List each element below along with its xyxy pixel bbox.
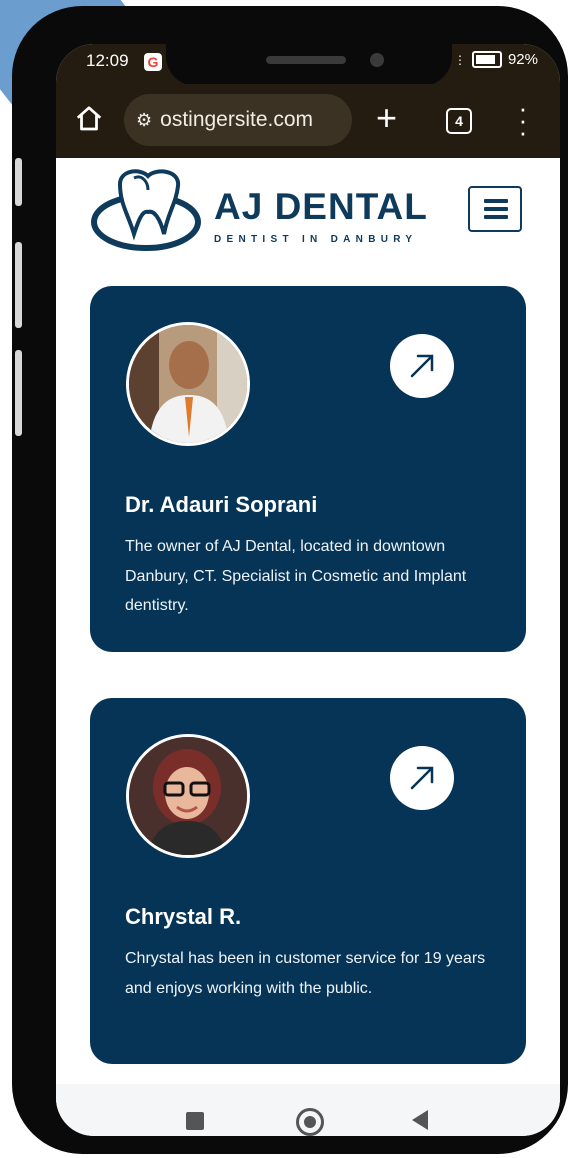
- phone-screen: 12:09 G ⋮ 92% ⚙ ostingersite.com + 4 · · ·: [56, 44, 560, 1136]
- web-page: AJ DENTAL DENTIST IN DANBURY Dr. Adauri …: [56, 158, 560, 1084]
- team-member-description: Chrystal has been in customer service fo…: [125, 950, 486, 997]
- recents-icon[interactable]: [186, 1112, 204, 1130]
- menu-bar-3: [484, 215, 508, 219]
- logo-title[interactable]: AJ DENTAL: [214, 186, 428, 228]
- front-camera: [370, 53, 384, 67]
- more-vert-icon[interactable]: · · ·: [518, 95, 528, 145]
- battery-percentage: 92%: [507, 51, 538, 68]
- side-button-1: [15, 158, 22, 206]
- tune-icon[interactable]: ⚙: [136, 110, 152, 131]
- home-icon[interactable]: [74, 104, 104, 134]
- site-header: AJ DENTAL DENTIST IN DANBURY: [56, 158, 560, 268]
- system-navigation-bar: [56, 1084, 560, 1136]
- plus-icon[interactable]: +: [376, 98, 397, 138]
- menu-bar-1: [484, 199, 508, 203]
- status-time: 12:09: [86, 51, 129, 70]
- arrow-up-right-icon: [410, 766, 434, 790]
- logo-subtitle: DENTIST IN DANBURY: [214, 234, 418, 245]
- browser-toolbar: ⚙ ostingersite.com + 4 · · ·: [56, 84, 560, 158]
- address-bar[interactable]: ⚙ ostingersite.com: [124, 94, 352, 146]
- home-nav-icon[interactable]: [296, 1108, 324, 1136]
- avatar: [126, 734, 250, 858]
- team-member-name: Dr. Adauri Soprani: [125, 492, 318, 517]
- team-card[interactable]: Dr. Adauri Soprani The owner of AJ Denta…: [90, 286, 526, 652]
- url-text: ostingersite.com: [160, 108, 314, 131]
- team-card[interactable]: Chrystal R. Chrystal has been in custome…: [90, 698, 526, 1064]
- menu-bar-2: [484, 207, 508, 211]
- side-button-3: [15, 350, 22, 436]
- side-button-2: [15, 242, 22, 328]
- team-member-description: The owner of AJ Dental, located in downt…: [125, 538, 467, 614]
- profile-link-button[interactable]: [390, 334, 454, 398]
- arrow-up-right-icon: [410, 354, 434, 378]
- avatar: [126, 322, 250, 446]
- back-icon[interactable]: [412, 1110, 428, 1130]
- vibrate-icon: ⋮: [453, 52, 466, 67]
- hamburger-menu-button[interactable]: [468, 186, 522, 232]
- camera-notch: [166, 44, 452, 86]
- google-notification-icon: G: [144, 53, 162, 71]
- status-bar: 12:09 G ⋮ 92%: [56, 44, 560, 86]
- status-icons: ⋮ 92%: [454, 51, 538, 68]
- tabs-icon[interactable]: 4: [446, 108, 472, 134]
- speaker-grille: [266, 56, 346, 64]
- profile-link-button[interactable]: [390, 746, 454, 810]
- battery-icon: [471, 51, 502, 68]
- tooth-logo-icon[interactable]: [90, 164, 208, 256]
- team-member-name: Chrystal R.: [125, 904, 242, 929]
